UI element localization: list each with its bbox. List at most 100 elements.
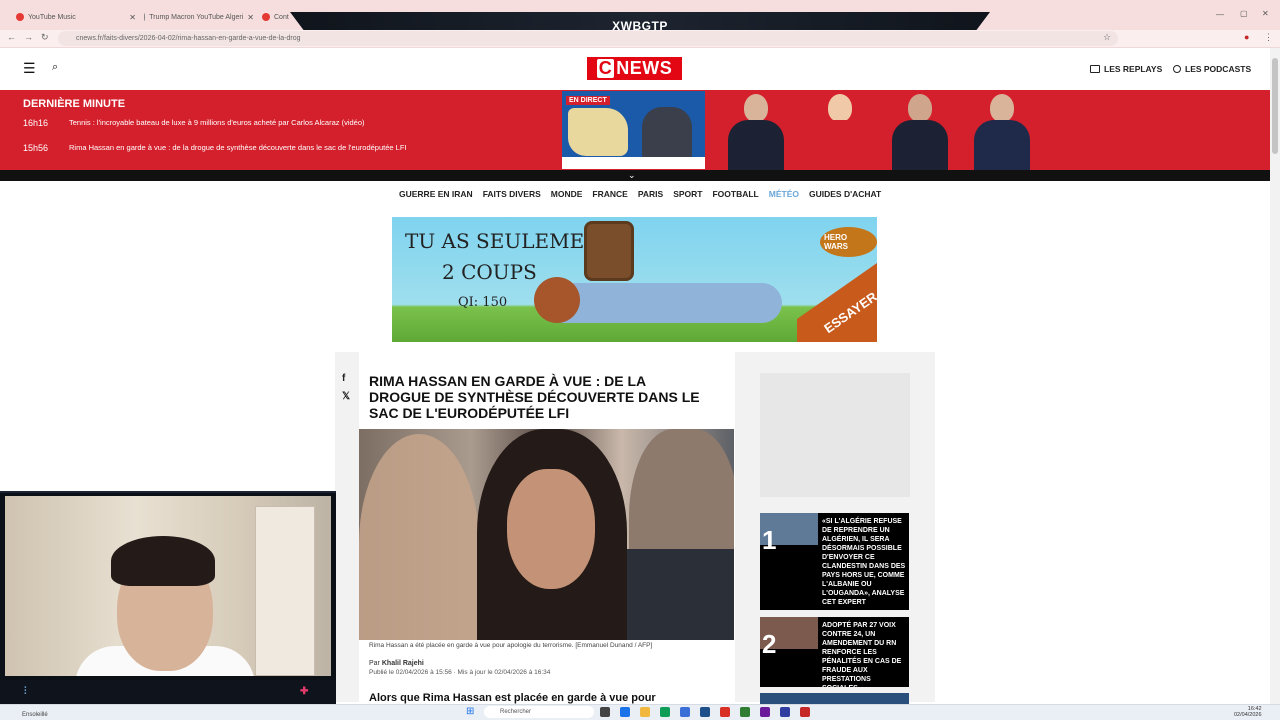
taskbar-clock[interactable]: 16:42 02/04/2026 [1234, 706, 1262, 718]
tab-title: Trump Macron YouTube Algeri [149, 13, 244, 21]
app-icon[interactable] [760, 707, 770, 717]
tv-icon [1090, 65, 1100, 73]
card-number: 1 [762, 525, 777, 555]
byline-prefix: Par [369, 660, 380, 667]
article-title: Rima Hassan en garde à vue : de la drogu… [369, 373, 700, 421]
ad-brand-logo: HERO WARS [820, 227, 877, 257]
news-text: Tennis : l'incroyable bateau de luxe à 9… [69, 118, 365, 127]
close-window-icon[interactable]: ✕ [1262, 9, 1269, 18]
related-card[interactable]: 1 «Si l'Algérie refuse de reprendre un A… [760, 513, 909, 610]
replays-link[interactable]: LES REPLAYS [1090, 64, 1162, 74]
youtube-music-icon [16, 13, 24, 21]
host-portrait[interactable] [970, 92, 1034, 170]
barrel-illustration [584, 221, 634, 281]
edge-icon[interactable] [660, 707, 670, 717]
breaking-item[interactable]: 16h16 Tennis : l'incroyable bateau de lu… [23, 118, 365, 128]
nav-item-paris[interactable]: PARIS [638, 189, 663, 199]
menu-icon[interactable]: ☰ [23, 60, 36, 77]
close-tab-icon[interactable]: ✕ [247, 13, 254, 22]
store-icon[interactable] [680, 707, 690, 717]
card-text: Adopté par 27 voix contre 24, un amendem… [822, 622, 902, 687]
maximize-icon[interactable]: ▢ [1240, 9, 1248, 18]
nav-item-guerre-en-iran[interactable]: GUERRE EN IRAN [399, 189, 473, 199]
scrollbar-thumb[interactable] [1272, 58, 1278, 154]
section-nav: GUERRE EN IRAN FAITS DIVERS MONDE FRANCE… [399, 189, 881, 199]
anchor-figure [642, 107, 692, 159]
nav-item-france[interactable]: FRANCE [592, 189, 627, 199]
related-card[interactable] [760, 693, 909, 704]
ad-line2: 2 COUPS [442, 260, 537, 284]
news-time: 15h56 [23, 143, 49, 153]
windows-start-icon[interactable]: ⊞ [466, 706, 474, 717]
byline: Par Khalil Rajehi [369, 660, 424, 667]
browser-tab[interactable]: YouTube Music ✕ [10, 8, 136, 26]
back-icon[interactable]: ← [7, 32, 16, 42]
minimize-icon[interactable]: — [1216, 10, 1224, 19]
nav-item-monde[interactable]: MONDE [551, 189, 583, 199]
app-icon[interactable] [800, 707, 810, 717]
card-number: 2 [762, 629, 777, 659]
news-time: 16h16 [23, 118, 49, 128]
host-portrait[interactable] [724, 92, 788, 170]
share-column [335, 352, 359, 702]
podcast-icon [1173, 65, 1181, 73]
cnews-logo[interactable]: C NEWS [587, 57, 682, 80]
article-lead: Alors que Rima Hassan est placée en gard… [369, 692, 656, 704]
browser-menu-icon[interactable]: ⋮ [1264, 32, 1273, 43]
logo-news: NEWS [616, 58, 673, 78]
breaking-title: DERNIÈRE MINUTE [23, 98, 126, 110]
host-portrait[interactable] [808, 92, 872, 170]
forward-icon[interactable]: → [24, 32, 33, 42]
taskbar-search[interactable]: Rechercher [484, 706, 594, 718]
host-portrait[interactable] [888, 92, 952, 170]
photo-caption: Rima Hassan a été placée en garde à vue … [369, 642, 653, 649]
live-badge: EN DIRECT [566, 96, 610, 105]
explorer-icon[interactable] [640, 707, 650, 717]
nav-item-faits-divers[interactable]: FAITS DIVERS [483, 189, 541, 199]
plus-icon: ✚ [300, 686, 309, 697]
author-link[interactable]: Khalil Rajehi [382, 660, 424, 667]
nav-item-meteo[interactable]: MÉTÉO [769, 189, 799, 199]
x-share-icon[interactable]: 𝕏 [342, 391, 350, 402]
browser-tab[interactable]: Trump Macron YouTube Algeri ✕ [138, 8, 254, 26]
search-icon[interactable]: ⌕ [52, 61, 58, 74]
address-bar[interactable]: cnews.fr/faits-divers/2026-04-02/rima-ha… [58, 31, 1118, 46]
task-view-icon[interactable] [600, 707, 610, 717]
profile-avatar-icon[interactable]: ● [1244, 32, 1249, 42]
podcasts-link[interactable]: LES PODCASTS [1173, 64, 1251, 74]
app-icon[interactable] [740, 707, 750, 717]
clock-date: 02/04/2026 [1234, 712, 1262, 718]
publish-dates: Publié le 02/04/2026 à 15:56 · Mis à jou… [369, 669, 551, 676]
tab-favicon-icon [144, 13, 146, 21]
browser-taskbar-icon[interactable] [620, 707, 630, 717]
taskbar-search-label: Rechercher [500, 709, 532, 715]
logo-c: C [596, 58, 615, 78]
map-graphic [568, 108, 628, 156]
reload-icon[interactable]: ↻ [41, 32, 49, 43]
tv-ticker [562, 157, 705, 169]
card-text: «Si l'Algérie refuse de reprendre un Alg… [822, 518, 906, 606]
youtube-icon [262, 13, 270, 21]
chevron-down-icon[interactable]: ⌄ [628, 170, 636, 181]
tab-title: YouTube Music [28, 13, 76, 21]
app-icon[interactable] [700, 707, 710, 717]
live-tv-thumbnail[interactable]: EN DIRECT [562, 91, 705, 169]
ad-line3: QI: 150 [458, 295, 508, 310]
related-card[interactable]: 2 Adopté par 27 voix contre 24, un amend… [760, 617, 909, 687]
nav-item-guides-achat[interactable]: GUIDES D'ACHAT [809, 189, 881, 199]
ad-banner[interactable]: TU AS SEULEMENT 2 COUPS QI: 150 HERO WAR… [392, 217, 877, 342]
app-icon[interactable] [780, 707, 790, 717]
nav-item-football[interactable]: FOOTBALL [712, 189, 758, 199]
breaking-item[interactable]: 15h56 Rima Hassan en garde à vue : de la… [23, 143, 406, 153]
hair-illustration [534, 277, 580, 323]
right-ad-placeholder [760, 373, 910, 497]
close-tab-icon[interactable]: ✕ [129, 13, 136, 22]
browser-tab[interactable]: Cont [256, 8, 296, 26]
nav-item-sport[interactable]: SPORT [673, 189, 702, 199]
chrome-icon[interactable] [720, 707, 730, 717]
replays-label: LES REPLAYS [1104, 64, 1163, 74]
bookmark-star-icon[interactable]: ☆ [1103, 32, 1111, 43]
facebook-share-icon[interactable]: f [342, 373, 345, 384]
podcasts-label: LES PODCASTS [1185, 64, 1252, 74]
weather-label[interactable]: Ensoleillé [22, 712, 48, 718]
